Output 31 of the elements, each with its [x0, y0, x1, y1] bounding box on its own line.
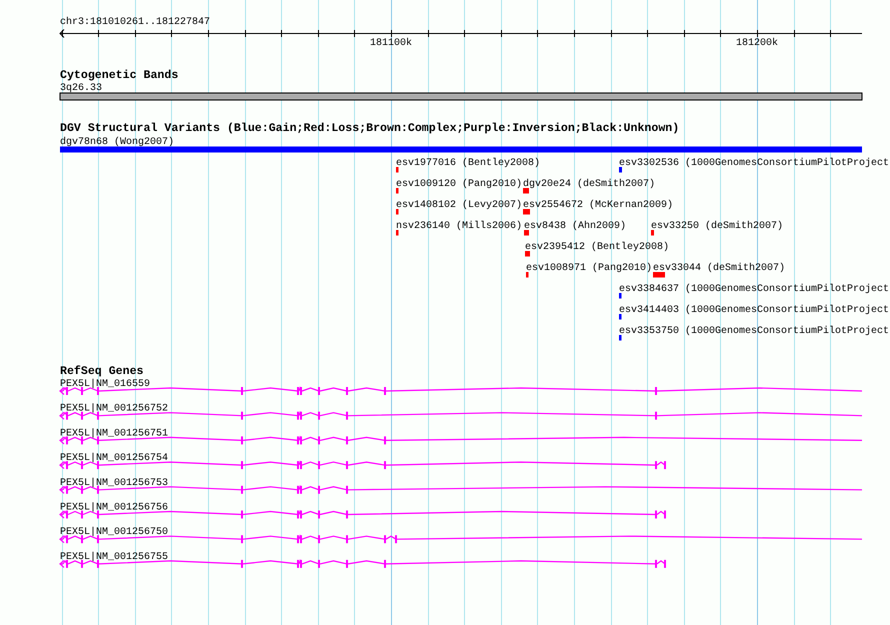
band-label: 3q26.33 [60, 83, 102, 94]
variant-label: esv33250 (deSmith2007) [651, 221, 784, 232]
variant-label: esv3384637 (1000GenomesConsortiumPilotProject [619, 284, 890, 295]
variant-label: nsv236140 (Mills2006) [396, 221, 522, 232]
variant-label: dgv78n68 (Wong2007) [60, 137, 174, 148]
variant-label: esv2395412 (Bentley2008) [525, 242, 670, 253]
transcript-label: PEX5L|NM_001256752 [60, 404, 168, 415]
track-title: DGV Structural Variants (Blue:Gain;Red:Loss;Brown:Complex;Purple:Inversion;Black:Unknown) [60, 122, 680, 135]
transcript-label: PEX5L|NM_001256755 [60, 552, 168, 563]
transcript-label: PEX5L|NM_001256756 [60, 502, 168, 514]
variant-label: dgv20e24 (deSmith2007) [523, 179, 656, 190]
transcript-label: PEX5L|NM_016559 [60, 379, 150, 390]
track-title: RefSeq Genes [60, 365, 144, 378]
variant-label: esv3302536 (1000GenomesConsortiumPilotProject [619, 158, 890, 169]
variant-label: esv1008971 (Pang2010) [526, 263, 652, 274]
tick-label: 181200k [736, 38, 778, 49]
variant-label: esv1977016 (Bentley2008) [396, 158, 540, 169]
track-title: Cytogenetic Bands [60, 69, 178, 82]
region-label: chr3:181010261..181227847 [60, 17, 210, 28]
transcript-label: PEX5L|NM_001256754 [60, 453, 168, 464]
variant-label: esv3414403 (1000GenomesConsortiumPilotProject [619, 305, 890, 316]
variant-label: esv2554672 (McKernan2009) [523, 200, 674, 211]
variant-label: esv1009120 (Pang2010) [396, 179, 522, 190]
transcript-label: PEX5L|NM_001256751 [60, 428, 168, 440]
tick-label: 181100k [370, 38, 412, 49]
transcript-label: PEX5L|NM_001256750 [60, 527, 168, 538]
variant-label: esv1408102 (Levy2007) [396, 200, 522, 211]
variant-label: esv33044 (deSmith2007) [653, 263, 786, 274]
variant-label: esv3353750 (1000GenomesConsortiumPilotProject [619, 326, 890, 337]
variant-label: esv8438 (Ahn2009) [524, 221, 626, 232]
transcript-label: PEX5L|NM_001256753 [60, 478, 168, 489]
